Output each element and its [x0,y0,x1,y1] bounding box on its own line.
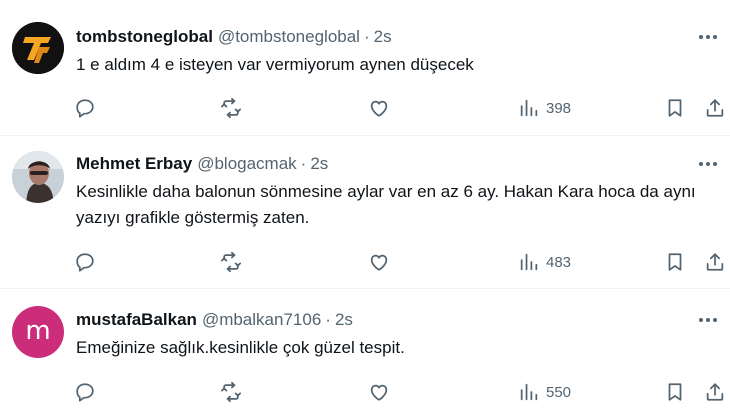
user-handle[interactable]: @tombstoneglobal [218,27,360,47]
share-button[interactable] [704,94,726,122]
tweet-header: tombstoneglobal @tombstoneglobal · 2s [76,25,392,49]
action-bar: 550 [70,378,730,406]
more-icon [699,318,717,322]
separator: · [300,154,307,173]
retweet-button[interactable] [220,248,242,276]
reply-icon [76,253,94,272]
avatar[interactable]: m [12,306,64,358]
display-name[interactable]: mustafaBalkan [76,310,197,330]
share-icon [706,383,724,401]
like-button[interactable] [368,248,390,276]
views-button[interactable]: 483 [518,248,571,276]
action-bar: 398 [70,94,730,122]
share-icon [706,99,724,117]
views-count: 550 [546,383,572,401]
tweet-text: Emeğinize sağlık.kesinlikle çok güzel te… [76,338,405,357]
tweet-header: Mehmet Erbay @blogacmak · 2s [76,152,328,176]
retweet-icon [220,97,242,119]
like-icon [370,254,388,271]
bookmark-button[interactable] [664,248,686,276]
avatar[interactable] [12,22,64,74]
like-button[interactable] [368,94,390,122]
tweet[interactable]: tombstoneglobal @tombstoneglobal · 2s 1 … [0,0,730,136]
views-icon [520,99,538,117]
timestamp[interactable]: 2s [335,310,353,330]
tweet-text: Kesinlikle daha balonun sönmesine aylar … [76,182,696,227]
more-icon [699,162,717,166]
reply-button[interactable] [74,94,96,122]
timestamp[interactable]: 2s [310,154,328,174]
views-button[interactable]: 398 [518,94,571,122]
retweet-button[interactable] [220,94,242,122]
tweet[interactable]: Mehmet Erbay @blogacmak · 2s Kesinlikle … [0,136,730,289]
user-handle[interactable]: @mbalkan7106 [202,310,321,330]
reply-icon [76,99,94,118]
bookmark-icon [668,253,682,271]
retweet-button[interactable] [220,378,242,406]
bookmark-icon [668,383,682,401]
share-button[interactable] [704,378,726,406]
timestamp[interactable]: 2s [374,27,392,47]
profile-photo [12,151,64,203]
reply-button[interactable] [74,248,96,276]
views-count: 398 [546,99,572,117]
more-icon [699,35,717,39]
action-bar: 483 [70,248,730,276]
tweet[interactable]: m mustafaBalkan @mbalkan7106 · 2s Emeğin… [0,289,730,420]
reply-button[interactable] [74,378,96,406]
share-button[interactable] [704,248,726,276]
more-button[interactable] [694,152,722,176]
retweet-icon [220,381,242,403]
avatar-letter: m [25,316,51,346]
like-icon [370,100,388,117]
bookmark-button[interactable] [664,94,686,122]
user-handle[interactable]: @blogacmak [197,154,296,174]
display-name[interactable]: Mehmet Erbay [76,154,192,174]
tweet-header: mustafaBalkan @mbalkan7106 · 2s [76,308,353,332]
separator: · [325,310,331,329]
separator: · [363,27,370,46]
bookmark-button[interactable] [664,378,686,406]
reply-feed: tombstoneglobal @tombstoneglobal · 2s 1 … [0,0,730,420]
views-icon [520,383,538,401]
like-button[interactable] [368,378,390,406]
reply-icon [76,383,94,402]
views-icon [520,253,538,271]
views-count: 483 [546,253,572,271]
more-button[interactable] [694,308,722,332]
views-button[interactable]: 550 [518,378,571,406]
tweet-text: 1 e aldım 4 e isteyen var vermiyorum ayn… [76,55,474,74]
bookmark-icon [668,99,682,117]
more-button[interactable] [694,25,722,49]
avatar[interactable] [12,151,64,203]
display-name[interactable]: tombstoneglobal [76,27,213,47]
like-icon [370,384,388,401]
retweet-icon [220,251,242,273]
logo-icon [12,22,64,74]
share-icon [706,253,724,271]
